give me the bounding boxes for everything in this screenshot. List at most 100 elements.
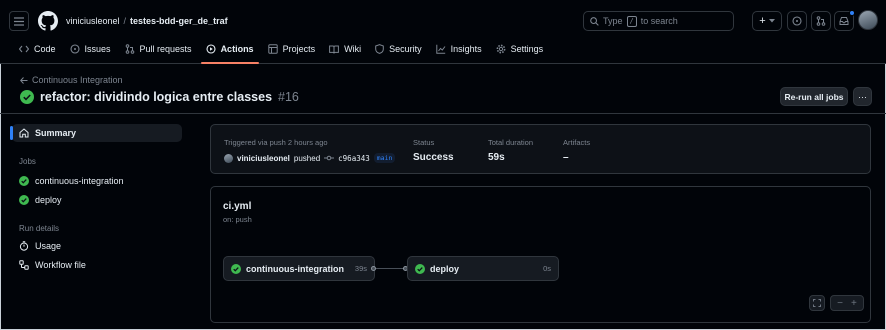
job-name: continuous-integration [246,263,344,274]
play-icon [206,44,216,54]
workflow-file-name: ci.yml [223,201,252,212]
job-duration: 39s [354,264,367,273]
tab-label: Issues [84,44,111,54]
tab-insights[interactable]: Insights [429,36,489,62]
user-avatar[interactable] [858,10,878,30]
tab-label: Settings [510,44,544,54]
actor-link[interactable]: viniciusleonel [237,154,290,163]
sidebar-item-job-continuous-integration[interactable]: continuous-integration [12,172,182,190]
tab-code[interactable]: Code [12,36,63,62]
commit-sha-link[interactable]: c96a343 [338,154,370,163]
workflow-graph: ci.yml on: push continuous-integration 3… [210,186,871,323]
stopwatch-icon [19,241,29,251]
trigger-info: Triggered via push 2 hours ago [224,138,328,147]
run-summary-card: Triggered via push 2 hours ago viniciusl… [210,124,871,174]
search-input[interactable]: Type / to search [583,11,734,31]
tab-pull-requests[interactable]: Pull requests [118,36,199,62]
search-suffix: to search [640,16,678,26]
sidebar-item-workflow-file[interactable]: Workflow file [12,256,182,274]
repo-tabs: Code Issues Pull requests Actions Projec… [12,36,550,64]
tab-actions[interactable]: Actions [199,36,261,64]
fullscreen-button[interactable] [809,295,825,311]
status-value: Success [413,152,454,163]
check-circle-icon [19,176,29,186]
tab-settings[interactable]: Settings [489,36,551,62]
github-logo-icon[interactable] [38,11,58,31]
rerun-all-jobs-button[interactable]: Re-run all jobs [780,87,848,106]
table-icon [267,44,278,54]
shield-icon [375,44,384,54]
push-action: pushed [293,153,321,163]
sidebar-item-label: Workflow file [35,260,86,270]
job-name: deploy [430,263,460,274]
artifacts-value: – [563,152,569,163]
back-to-workflow-link[interactable]: Continuous Integration [20,75,123,85]
tab-label: Wiki [344,44,362,54]
header-divider [0,113,886,114]
hamburger-icon [14,16,24,26]
run-number: #16 [278,90,299,104]
create-new-button[interactable]: + [752,11,782,31]
notification-indicator [849,10,855,16]
chevron-down-icon [768,19,775,23]
zoom-controls: − + [830,295,864,311]
tab-label: Security [389,44,422,54]
check-circle-icon [231,263,241,274]
workflow-trigger: on: push [223,215,252,224]
tab-label: Insights [450,44,482,54]
graph-icon [435,44,446,54]
pull-request-icon [125,44,134,54]
git-commit-icon [324,155,335,161]
job-node-deploy[interactable]: deploy 0s [407,256,559,281]
issue-icon [69,44,80,54]
sidebar-item-usage[interactable]: Usage [12,237,182,255]
run-commit-message: refactor: dividindo logica entre classes [40,90,273,104]
menu-button[interactable] [9,11,29,31]
search-prefix: Type [603,16,623,26]
tab-security[interactable]: Security [368,36,429,62]
check-circle-icon [20,90,34,104]
duration-value: 59s [488,152,505,163]
tab-wiki[interactable]: Wiki [322,36,368,62]
book-icon [329,45,339,54]
job-node-continuous-integration[interactable]: continuous-integration 39s [223,256,375,281]
more-options-button[interactable]: ··· [853,87,872,106]
pull-requests-button[interactable] [811,11,831,31]
search-shortcut-key: / [626,15,637,27]
tab-label: Projects [282,44,316,54]
repo-owner-link[interactable]: viniciusleonel [66,16,120,26]
top-navigation-bar: viniciusleonel / testes-bdd-ger_de_traf … [0,0,886,64]
artifacts-label: Artifacts [563,138,591,147]
zoom-out-button[interactable]: − [837,298,843,309]
sidebar-item-label: Summary [35,128,77,138]
pull-request-icon [816,16,826,26]
breadcrumb-separator: / [123,16,127,26]
tab-projects[interactable]: Projects [261,36,323,62]
branch-label[interactable]: main [373,153,396,163]
gear-icon [496,44,506,54]
actor-avatar [224,153,233,163]
run-details-heading: Run details [19,224,60,233]
tab-label: Actions [220,44,254,54]
push-details: viniciusleonel pushed c96a343 main [224,153,396,163]
sidebar-item-label: deploy [35,195,62,205]
repo-name-link[interactable]: testes-bdd-ger_de_traf [130,16,228,26]
workflow-file-icon [19,260,29,270]
inbox-icon [839,17,849,25]
sidebar-item-label: continuous-integration [35,176,124,186]
home-icon [19,128,29,138]
zoom-in-button[interactable]: + [851,298,857,309]
arrow-left-icon [20,76,28,84]
status-label: Status [413,138,435,147]
job-connector [376,268,404,269]
plus-icon: + [759,15,766,27]
duration-label: Total duration [488,138,534,147]
issues-button[interactable] [787,11,807,31]
code-icon [19,45,29,53]
sidebar-item-summary[interactable]: Summary [10,124,182,142]
search-icon [590,16,599,26]
sidebar-item-label: Usage [35,241,62,251]
tab-issues[interactable]: Issues [63,36,118,62]
tab-label: Pull requests [139,44,192,54]
sidebar-item-job-deploy[interactable]: deploy [12,191,182,209]
